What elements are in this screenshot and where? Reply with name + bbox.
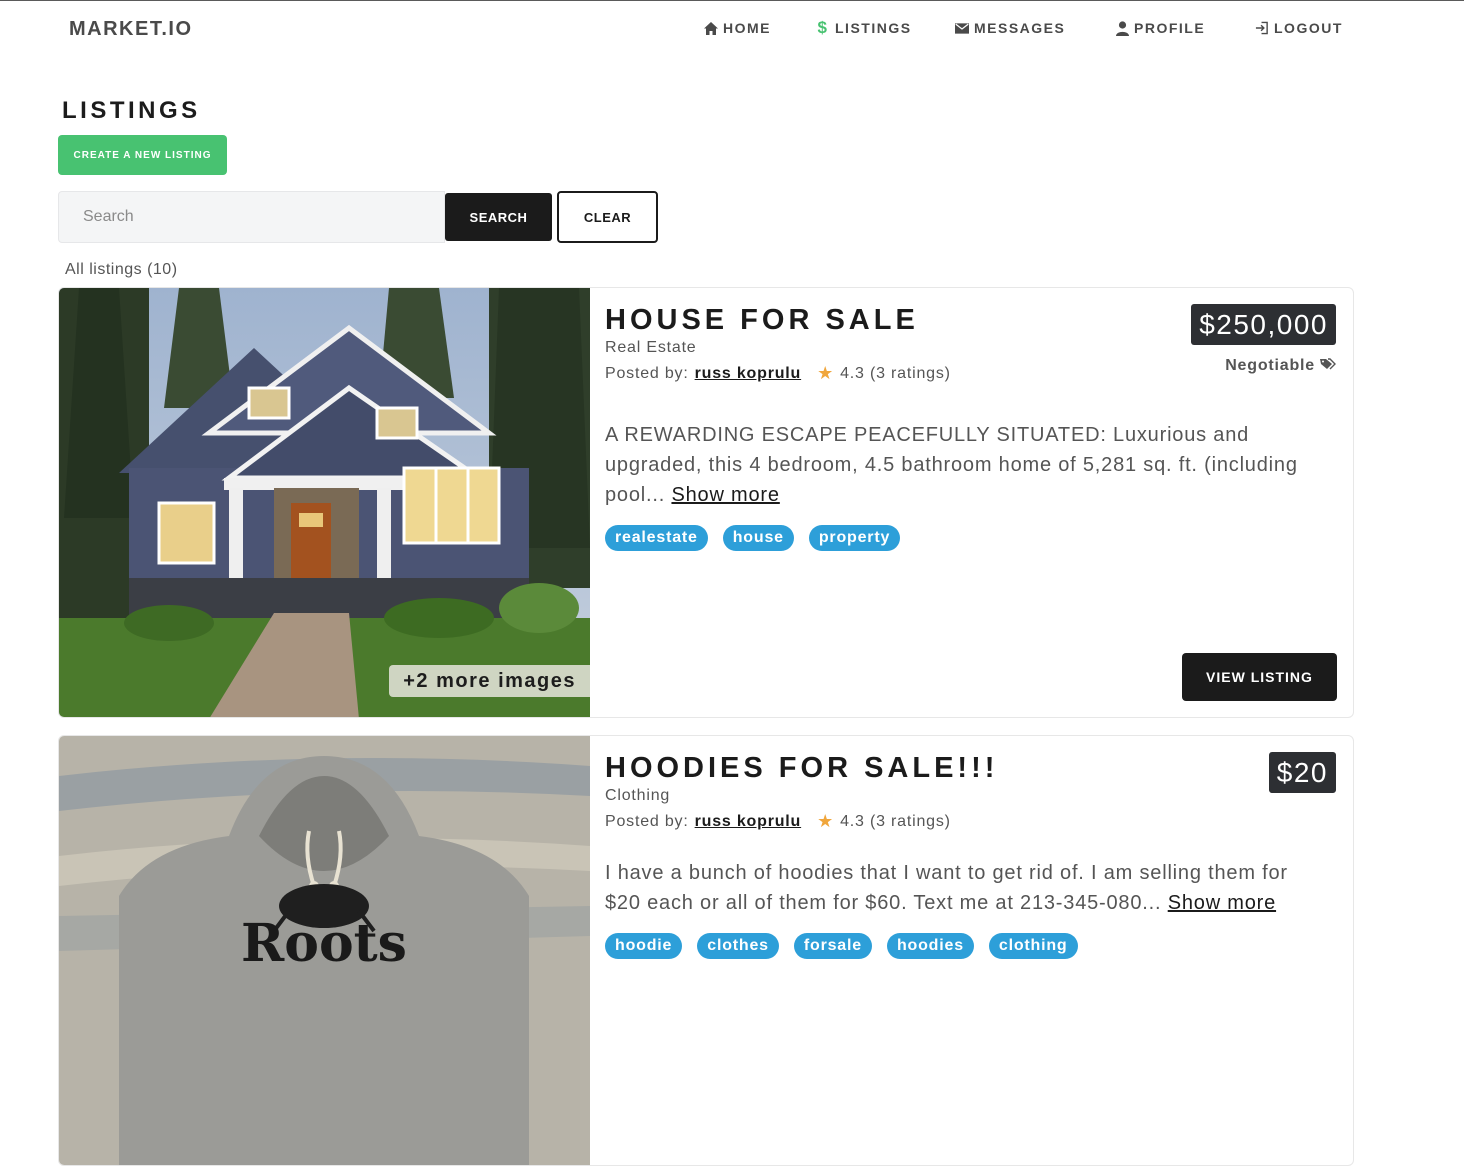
tag-list: hoodie clothes forsale hoodies clothing xyxy=(605,933,1078,959)
nav-home[interactable]: HOME xyxy=(704,20,771,36)
brand-logo[interactable]: MARKET.IO xyxy=(69,18,193,41)
tag-chip[interactable]: house xyxy=(722,525,794,551)
tag-list: realestate house property xyxy=(605,525,901,551)
listing-image[interactable]: Roots xyxy=(59,736,590,1165)
page-title: LISTINGS xyxy=(62,97,201,124)
listings-count: All listings (10) xyxy=(65,261,178,278)
listing-card: Roots HOODIES FOR SALE!!! Clothing Poste… xyxy=(58,735,1354,1166)
seller-rating: 4.3 (3 ratings) xyxy=(840,364,951,382)
seller-link[interactable]: russ koprulu xyxy=(695,813,802,831)
star-icon: ★ xyxy=(817,811,835,831)
tag-chip[interactable]: property xyxy=(808,525,901,551)
listing-description: A REWARDING ESCAPE PEACEFULLY SITUATED: … xyxy=(605,420,1325,510)
listing-card: +2 more images HOUSE FOR SALE Real Estat… xyxy=(58,287,1354,718)
nav-logout[interactable]: LOGOUT xyxy=(1255,20,1343,36)
posted-by-label: Posted by: xyxy=(605,812,689,830)
house-photo xyxy=(59,288,590,717)
tag-chip[interactable]: hoodies xyxy=(886,933,974,959)
negotiable-text: Negotiable xyxy=(1225,357,1315,374)
top-nav: MARKET.IO HOME $ LISTINGS MESSAGES PROFI… xyxy=(0,1,1464,59)
listing-image[interactable]: +2 more images xyxy=(59,288,590,717)
nav-profile-label: PROFILE xyxy=(1134,20,1206,36)
star-icon: ★ xyxy=(817,363,835,383)
nav-messages[interactable]: MESSAGES xyxy=(955,20,1065,36)
negotiable-label: Negotiable xyxy=(1225,357,1336,375)
envelope-icon xyxy=(955,21,969,35)
hoodie-photo: Roots xyxy=(59,736,590,1165)
price-badge: $250,000 xyxy=(1191,304,1336,345)
price-badge: $20 xyxy=(1268,752,1336,793)
more-images-badge[interactable]: +2 more images xyxy=(389,665,590,697)
tag-chip[interactable]: clothing xyxy=(988,933,1078,959)
listing-title: HOODIES FOR SALE!!! xyxy=(605,752,999,784)
create-listing-button[interactable]: CREATE A NEW LISTING xyxy=(58,135,227,175)
nav-profile[interactable]: PROFILE xyxy=(1115,20,1205,36)
seller-link[interactable]: russ koprulu xyxy=(695,365,802,383)
user-icon xyxy=(1115,20,1129,36)
nav-listings[interactable]: $ LISTINGS xyxy=(816,18,912,37)
seller-rating: 4.3 (3 ratings) xyxy=(840,812,951,830)
listing-title: HOUSE FOR SALE xyxy=(605,304,919,336)
home-icon xyxy=(704,21,718,35)
tags-icon xyxy=(1320,357,1336,375)
search-button[interactable]: SEARCH xyxy=(445,193,552,241)
clear-button[interactable]: CLEAR xyxy=(557,191,658,243)
tag-chip[interactable]: realestate xyxy=(605,525,708,551)
listing-category: Clothing xyxy=(605,787,671,804)
posted-by-label: Posted by: xyxy=(605,364,689,382)
search-input[interactable] xyxy=(58,191,445,243)
listing-description: I have a bunch of hoodies that I want to… xyxy=(605,858,1325,918)
logout-icon xyxy=(1255,21,1269,35)
nav-home-label: HOME xyxy=(723,20,771,36)
dollar-icon: $ xyxy=(817,18,829,37)
nav-logout-label: LOGOUT xyxy=(1274,20,1343,36)
tag-chip[interactable]: clothes xyxy=(697,933,779,959)
tag-chip[interactable]: hoodie xyxy=(605,933,683,959)
show-more-link[interactable]: Show more xyxy=(671,484,779,506)
show-more-link[interactable]: Show more xyxy=(1168,892,1276,914)
nav-listings-label: LISTINGS xyxy=(835,20,912,36)
listing-meta: Posted by: russ koprulu ★ 4.3 (3 ratings… xyxy=(605,811,951,832)
listing-meta: Posted by: russ koprulu ★ 4.3 (3 ratings… xyxy=(605,363,951,384)
tag-chip[interactable]: forsale xyxy=(793,933,872,959)
nav-messages-label: MESSAGES xyxy=(974,20,1066,36)
view-listing-button[interactable]: VIEW LISTING xyxy=(1182,653,1337,701)
listing-category: Real Estate xyxy=(605,339,697,356)
